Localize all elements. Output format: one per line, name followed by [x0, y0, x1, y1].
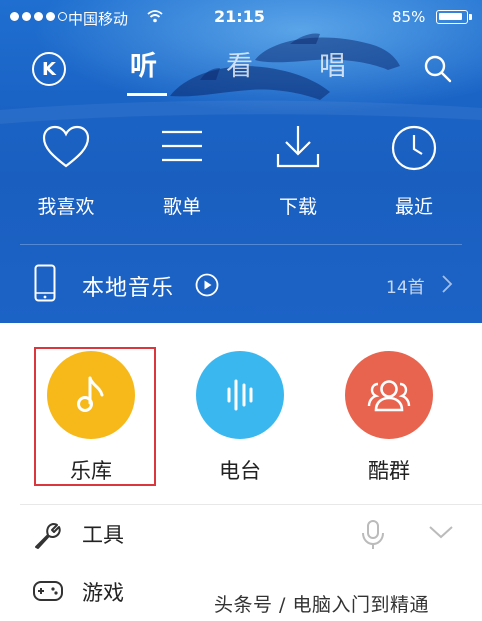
heart-icon — [42, 125, 90, 168]
quick-item-recent[interactable]: 最近 — [364, 124, 464, 219]
watermark-text: 头条号 / 电脑入门到精通 — [214, 594, 429, 616]
active-tab-indicator — [127, 93, 167, 96]
wrench-icon — [35, 523, 61, 549]
category-label: 酷群 — [368, 459, 410, 483]
tab-listen[interactable]: 听 — [130, 50, 157, 84]
clock-time: 21:15 — [214, 7, 265, 26]
battery-percent: 85% — [392, 8, 426, 26]
chevron-right-icon — [442, 275, 453, 293]
category-label: 电台 — [219, 459, 261, 483]
group-icon — [367, 380, 411, 412]
list-icon — [162, 130, 202, 162]
annotation-highlight-box — [34, 347, 156, 486]
divider — [20, 244, 462, 245]
tab-sing[interactable]: 唱 — [319, 50, 346, 84]
list-item-label: 游戏 — [82, 581, 124, 605]
signal-strength-icon — [10, 12, 67, 21]
hero-banner: 中国移动 21:15 85% K 听 看 唱 我喜欢 歌单 下载 最近 本地音乐… — [0, 0, 482, 323]
quick-item-playlists[interactable]: 歌单 — [132, 124, 232, 219]
chevron-down-icon[interactable] — [428, 525, 454, 539]
microphone-icon[interactable] — [360, 519, 386, 551]
category-radio[interactable]: 电台 — [196, 351, 284, 485]
tab-watch[interactable]: 看 — [226, 50, 253, 84]
gamepad-icon — [33, 581, 63, 601]
quick-item-downloads[interactable]: 下载 — [248, 124, 348, 219]
quick-item-label: 我喜欢 — [37, 196, 95, 218]
carrier-label: 中国移动 — [68, 10, 129, 28]
quick-item-label: 歌单 — [162, 196, 201, 218]
clock-icon — [391, 125, 437, 171]
search-icon[interactable] — [423, 54, 453, 84]
groups-badge — [345, 351, 433, 439]
list-item-label: 工具 — [82, 523, 124, 547]
category-groups[interactable]: 酷群 — [345, 351, 433, 485]
list-item-tools[interactable]: 工具 — [0, 505, 482, 563]
local-music-row[interactable]: 本地音乐 14首 — [0, 252, 482, 316]
battery-icon — [436, 10, 472, 24]
wifi-icon — [147, 10, 163, 23]
quick-item-label: 最近 — [394, 196, 433, 218]
quick-item-favorites[interactable]: 我喜欢 — [16, 124, 116, 219]
local-music-label: 本地音乐 — [82, 276, 175, 301]
quick-item-label: 下载 — [278, 196, 317, 218]
status-bar: 中国移动 21:15 85% — [0, 0, 482, 34]
radio-bars-icon — [227, 379, 253, 411]
phone-icon — [34, 264, 56, 302]
local-music-count: 14首 — [386, 278, 425, 298]
play-circle-icon[interactable] — [195, 273, 219, 297]
download-icon — [276, 126, 320, 168]
radio-badge — [196, 351, 284, 439]
kugou-logo-icon[interactable]: K — [32, 52, 66, 86]
top-nav: K 听 看 唱 — [0, 44, 482, 100]
quick-actions: 我喜欢 歌单 下载 最近 — [0, 124, 482, 224]
